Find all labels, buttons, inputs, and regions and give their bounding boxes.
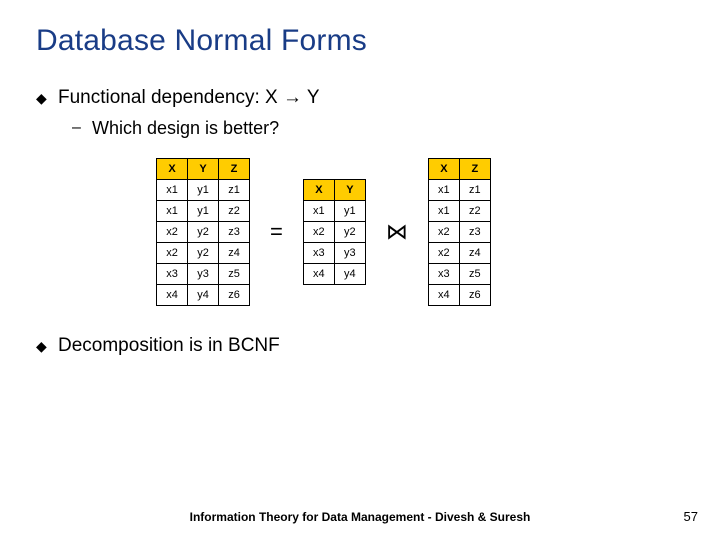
table-cell: z2 [219,201,250,222]
table-cell: x2 [157,222,188,243]
table-row: x2y2z3 [157,222,250,243]
bullet-1: ◆ Functional dependency: X → Y [36,86,684,110]
table-cell: x1 [157,180,188,201]
table-cell: y2 [188,243,219,264]
table-cell: y4 [334,264,365,285]
table-cell: y3 [188,264,219,285]
page-number: 57 [684,509,698,524]
table-cell: x4 [428,285,459,306]
table-row: x3y3z5 [157,264,250,285]
table-cell: x1 [428,180,459,201]
dash-icon: – [72,116,84,140]
diamond-icon: ◆ [36,86,46,110]
table-cell: z1 [219,180,250,201]
table-xyz: XYZ x1y1z1x1y1z2x2y2z3x2y2z4x3y3z5x4y4z6 [156,158,250,306]
table-row: x2y2z4 [157,243,250,264]
table-row: x4y4 [303,264,365,285]
table-cell: x4 [303,264,334,285]
table-header: X [303,180,334,201]
table-cell: x1 [157,201,188,222]
table-cell: y2 [334,222,365,243]
table-cell: x4 [157,285,188,306]
sub-bullet-1: – Which design is better? [72,116,684,140]
table-cell: z2 [459,201,490,222]
tables-area: XYZ x1y1z1x1y1z2x2y2z3x2y2z4x3y3z5x4y4z6… [156,158,684,306]
table-cell: z4 [219,243,250,264]
table-row: x2y2 [303,222,365,243]
table-cell: z6 [459,285,490,306]
table-xz: XZ x1z1x1z2x2z3x2z4x3z5x4z6 [428,158,491,306]
table-cell: y1 [188,180,219,201]
table-cell: x2 [428,222,459,243]
table-cell: x1 [428,201,459,222]
table-cell: y3 [334,243,365,264]
table-cell: z4 [459,243,490,264]
bullet-1-text: Functional dependency: X → Y [58,86,320,110]
table-cell: x3 [303,243,334,264]
table-cell: z3 [459,222,490,243]
table-cell: y4 [188,285,219,306]
table-cell: z5 [459,264,490,285]
diamond-icon: ◆ [36,334,46,358]
table-header: Z [219,159,250,180]
table-xy: XY x1y1x2y2x3y3x4y4 [303,179,366,285]
table-header: Y [334,180,365,201]
sub-bullet-1-text: Which design is better? [92,116,279,140]
table-cell: x3 [428,264,459,285]
table-row: x4z6 [428,285,490,306]
table-row: x4y4z6 [157,285,250,306]
table-row: x1z2 [428,201,490,222]
table-row: x1y1 [303,201,365,222]
footer-text: Information Theory for Data Management -… [0,510,720,524]
table-cell: x1 [303,201,334,222]
table-header: X [428,159,459,180]
table-row: x1y1z2 [157,201,250,222]
table-row: x3y3 [303,243,365,264]
table-header: Y [188,159,219,180]
table-cell: x2 [428,243,459,264]
table-cell: z5 [219,264,250,285]
table-cell: y1 [334,201,365,222]
bullet-2: ◆ Decomposition is in BCNF [36,334,684,358]
table-cell: z3 [219,222,250,243]
table-header: X [157,159,188,180]
equals-operator: = [268,219,285,245]
table-row: x2z3 [428,222,490,243]
slide-title: Database Normal Forms [36,24,684,58]
table-cell: x2 [157,243,188,264]
table-cell: y1 [188,201,219,222]
table-header: Z [459,159,490,180]
bullet-2-text: Decomposition is in BCNF [58,334,280,358]
table-cell: x2 [303,222,334,243]
table-row: x1y1z1 [157,180,250,201]
table-row: x2z4 [428,243,490,264]
join-operator: ⋈ [384,221,410,243]
table-cell: z1 [459,180,490,201]
table-cell: x3 [157,264,188,285]
table-cell: z6 [219,285,250,306]
table-cell: y2 [188,222,219,243]
table-row: x1z1 [428,180,490,201]
table-row: x3z5 [428,264,490,285]
